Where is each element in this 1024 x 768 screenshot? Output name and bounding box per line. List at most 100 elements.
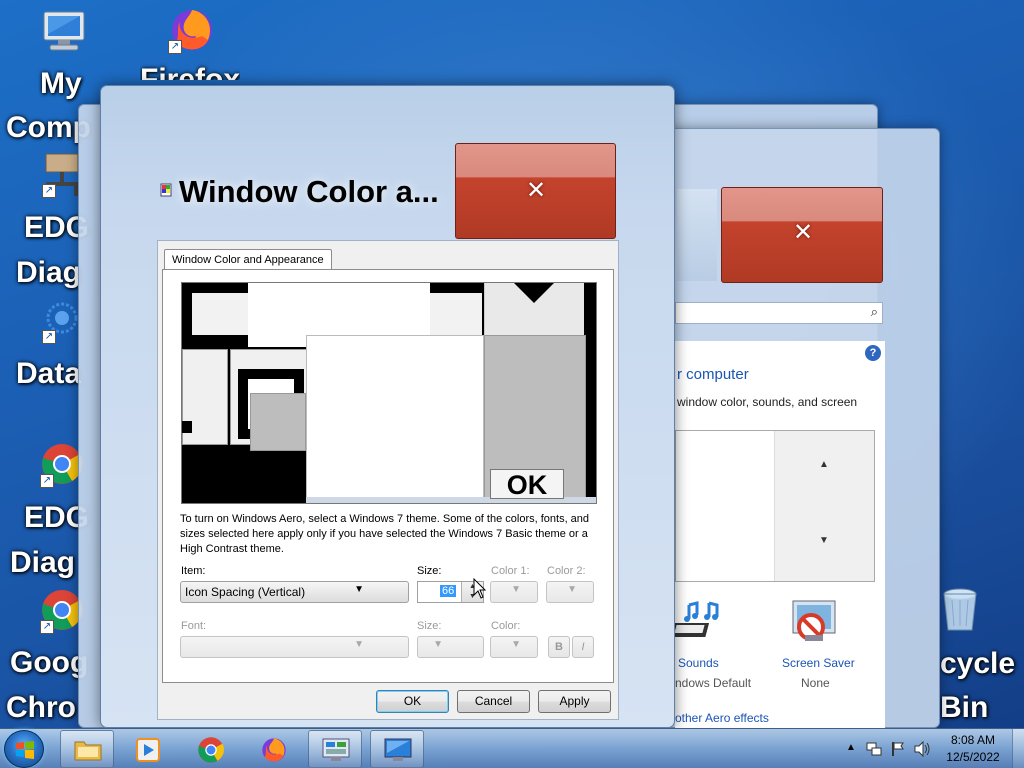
screen-saver-link[interactable]: Screen Saver <box>782 656 855 670</box>
item-label: Item: <box>181 565 206 577</box>
scroll-down-icon[interactable]: ▼ <box>819 535 829 546</box>
bold-button[interactable]: B <box>548 636 570 658</box>
shortcut-arrow-icon: ↗ <box>40 474 54 488</box>
desktop-icon-label: Diag <box>16 256 82 289</box>
start-button[interactable] <box>4 730 44 768</box>
taskbar-item-explorer[interactable] <box>60 730 114 768</box>
close-button[interactable]: ✕ <box>721 187 883 283</box>
taskbar-item-media-player[interactable] <box>120 730 174 768</box>
search-box[interactable]: ⌕ <box>675 302 883 324</box>
tab-window-color-and-appearance[interactable]: Window Color and Appearance <box>164 249 332 270</box>
desktop-icon-label: Data <box>16 357 82 390</box>
shortcut-arrow-icon: ↗ <box>40 620 54 634</box>
font-color-picker[interactable]: ▼ <box>490 636 538 658</box>
chevron-down-icon: ▼ <box>511 639 521 650</box>
color1-picker[interactable]: ▼ <box>490 581 538 603</box>
network-tray-icon[interactable] <box>866 741 882 757</box>
scroll-up-icon[interactable]: ▲ <box>819 459 829 470</box>
chevron-down-icon: ▼ <box>511 584 521 595</box>
screen-saver-value: None <box>801 676 830 690</box>
font-color-label: Color: <box>491 620 521 632</box>
change-computer-link[interactable]: r computer <box>677 366 749 383</box>
firefox-icon <box>262 738 286 762</box>
aero-description: To turn on Windows Aero, select a Window… <box>180 513 590 555</box>
personalization-window: ✕ ⌕ ? r computer window color, sounds, a… <box>640 128 940 729</box>
taskbar-item-firefox[interactable] <box>246 730 300 768</box>
item-select[interactable]: Icon Spacing (Vertical) ▼ <box>180 581 409 603</box>
sounds-icon <box>675 601 719 637</box>
desktop-icon-label: Chro <box>6 691 76 724</box>
desktop-icon-label: Goog <box>10 646 89 679</box>
window-color-app-icon <box>160 183 172 197</box>
chevron-down-icon: ▼ <box>354 639 364 650</box>
display-icon <box>384 738 412 761</box>
show-desktop-button[interactable] <box>1012 729 1024 768</box>
size-label: Size: <box>417 565 442 577</box>
color2-label: Color 2: <box>547 565 586 577</box>
volume-icon[interactable] <box>913 741 931 757</box>
sounds-link[interactable]: Sounds <box>678 656 719 670</box>
computer-icon <box>43 11 85 51</box>
dialog-body: Window Color and Appearance OK To turn o… <box>157 240 619 720</box>
chevron-down-icon: ▼ <box>433 639 443 650</box>
taskbar-item-personalization[interactable] <box>370 730 424 768</box>
item-select-value: Icon Spacing (Vertical) <box>185 585 306 599</box>
search-icon: ⌕ <box>870 304 878 319</box>
font-size-label: Size: <box>417 620 442 632</box>
shortcut-arrow-icon: ↗ <box>42 330 56 344</box>
preview-window-body <box>306 335 484 499</box>
desktop-icon-label: Diag <box>10 546 76 579</box>
taskbar-item-control-panel[interactable] <box>308 730 362 768</box>
themes-list[interactable]: ▲ ▼ <box>675 430 875 582</box>
size-spinner-value[interactable]: 66 <box>440 585 457 597</box>
preview-dropdown-arrow <box>514 283 554 303</box>
taskbar: ▲ 8:08 AM 12/5/2022 <box>0 728 1024 768</box>
desktop-icon-label: Bin <box>940 691 989 724</box>
chevron-down-icon: ▼ <box>567 584 577 595</box>
preview-ok-button: OK <box>490 469 564 500</box>
personalization-content: ? r computer window color, sounds, and s… <box>675 341 885 729</box>
preview-message-box <box>250 393 306 451</box>
tab-panel: OK To turn on Windows Aero, select a Win… <box>162 269 614 683</box>
chrome-icon <box>198 737 224 763</box>
italic-button[interactable]: I <box>572 636 594 658</box>
windows-logo-icon <box>16 741 34 759</box>
sounds-value: ndows Default <box>675 676 752 690</box>
dialog-title: Window Color a... <box>179 174 439 209</box>
font-size-select[interactable]: ▼ <box>417 636 484 658</box>
close-icon: ✕ <box>793 219 814 246</box>
themes-scrollbar[interactable]: ▲ ▼ <box>774 431 874 581</box>
taskbar-item-chrome[interactable] <box>184 730 238 768</box>
help-icon[interactable]: ? <box>865 345 881 361</box>
clock-time[interactable]: 8:08 AM <box>944 733 1002 747</box>
control-panel-icon <box>322 738 350 761</box>
action-center-flag-icon[interactable] <box>890 741 906 757</box>
title-bar-panel <box>677 189 717 281</box>
shortcut-arrow-icon: ↗ <box>42 184 56 198</box>
font-label: Font: <box>181 620 207 632</box>
shortcut-arrow-icon: ↗ <box>168 40 182 54</box>
mouse-cursor-icon <box>473 578 487 599</box>
dialog-close-button[interactable]: ✕ <box>455 143 616 239</box>
aero-effects-link[interactable]: other Aero effects <box>675 711 769 725</box>
desktop-icon-label: cycle <box>940 647 1016 680</box>
ok-button[interactable]: OK <box>376 690 449 713</box>
chevron-down-icon: ▼ <box>354 584 364 595</box>
folder-icon <box>74 741 102 761</box>
close-icon: ✕ <box>526 177 547 204</box>
appearance-preview[interactable]: OK <box>181 282 597 504</box>
media-player-icon <box>136 738 160 762</box>
recycle-bin-icon <box>943 588 977 631</box>
show-hidden-icons-icon[interactable]: ▲ <box>846 742 856 753</box>
desktop-icon-label: My <box>40 67 82 100</box>
preview-black-square <box>182 421 192 433</box>
color1-label: Color 1: <box>491 565 530 577</box>
color2-picker[interactable]: ▼ <box>546 581 594 603</box>
clock-date[interactable]: 12/5/2022 <box>944 750 1002 764</box>
apply-button[interactable]: Apply <box>538 690 611 713</box>
preview-ok-label: OK <box>506 470 548 500</box>
screen-saver-icon <box>792 600 836 641</box>
personalization-subtitle: window color, sounds, and screen <box>677 395 858 409</box>
cancel-button[interactable]: Cancel <box>457 690 530 713</box>
font-select[interactable]: ▼ <box>180 636 409 658</box>
